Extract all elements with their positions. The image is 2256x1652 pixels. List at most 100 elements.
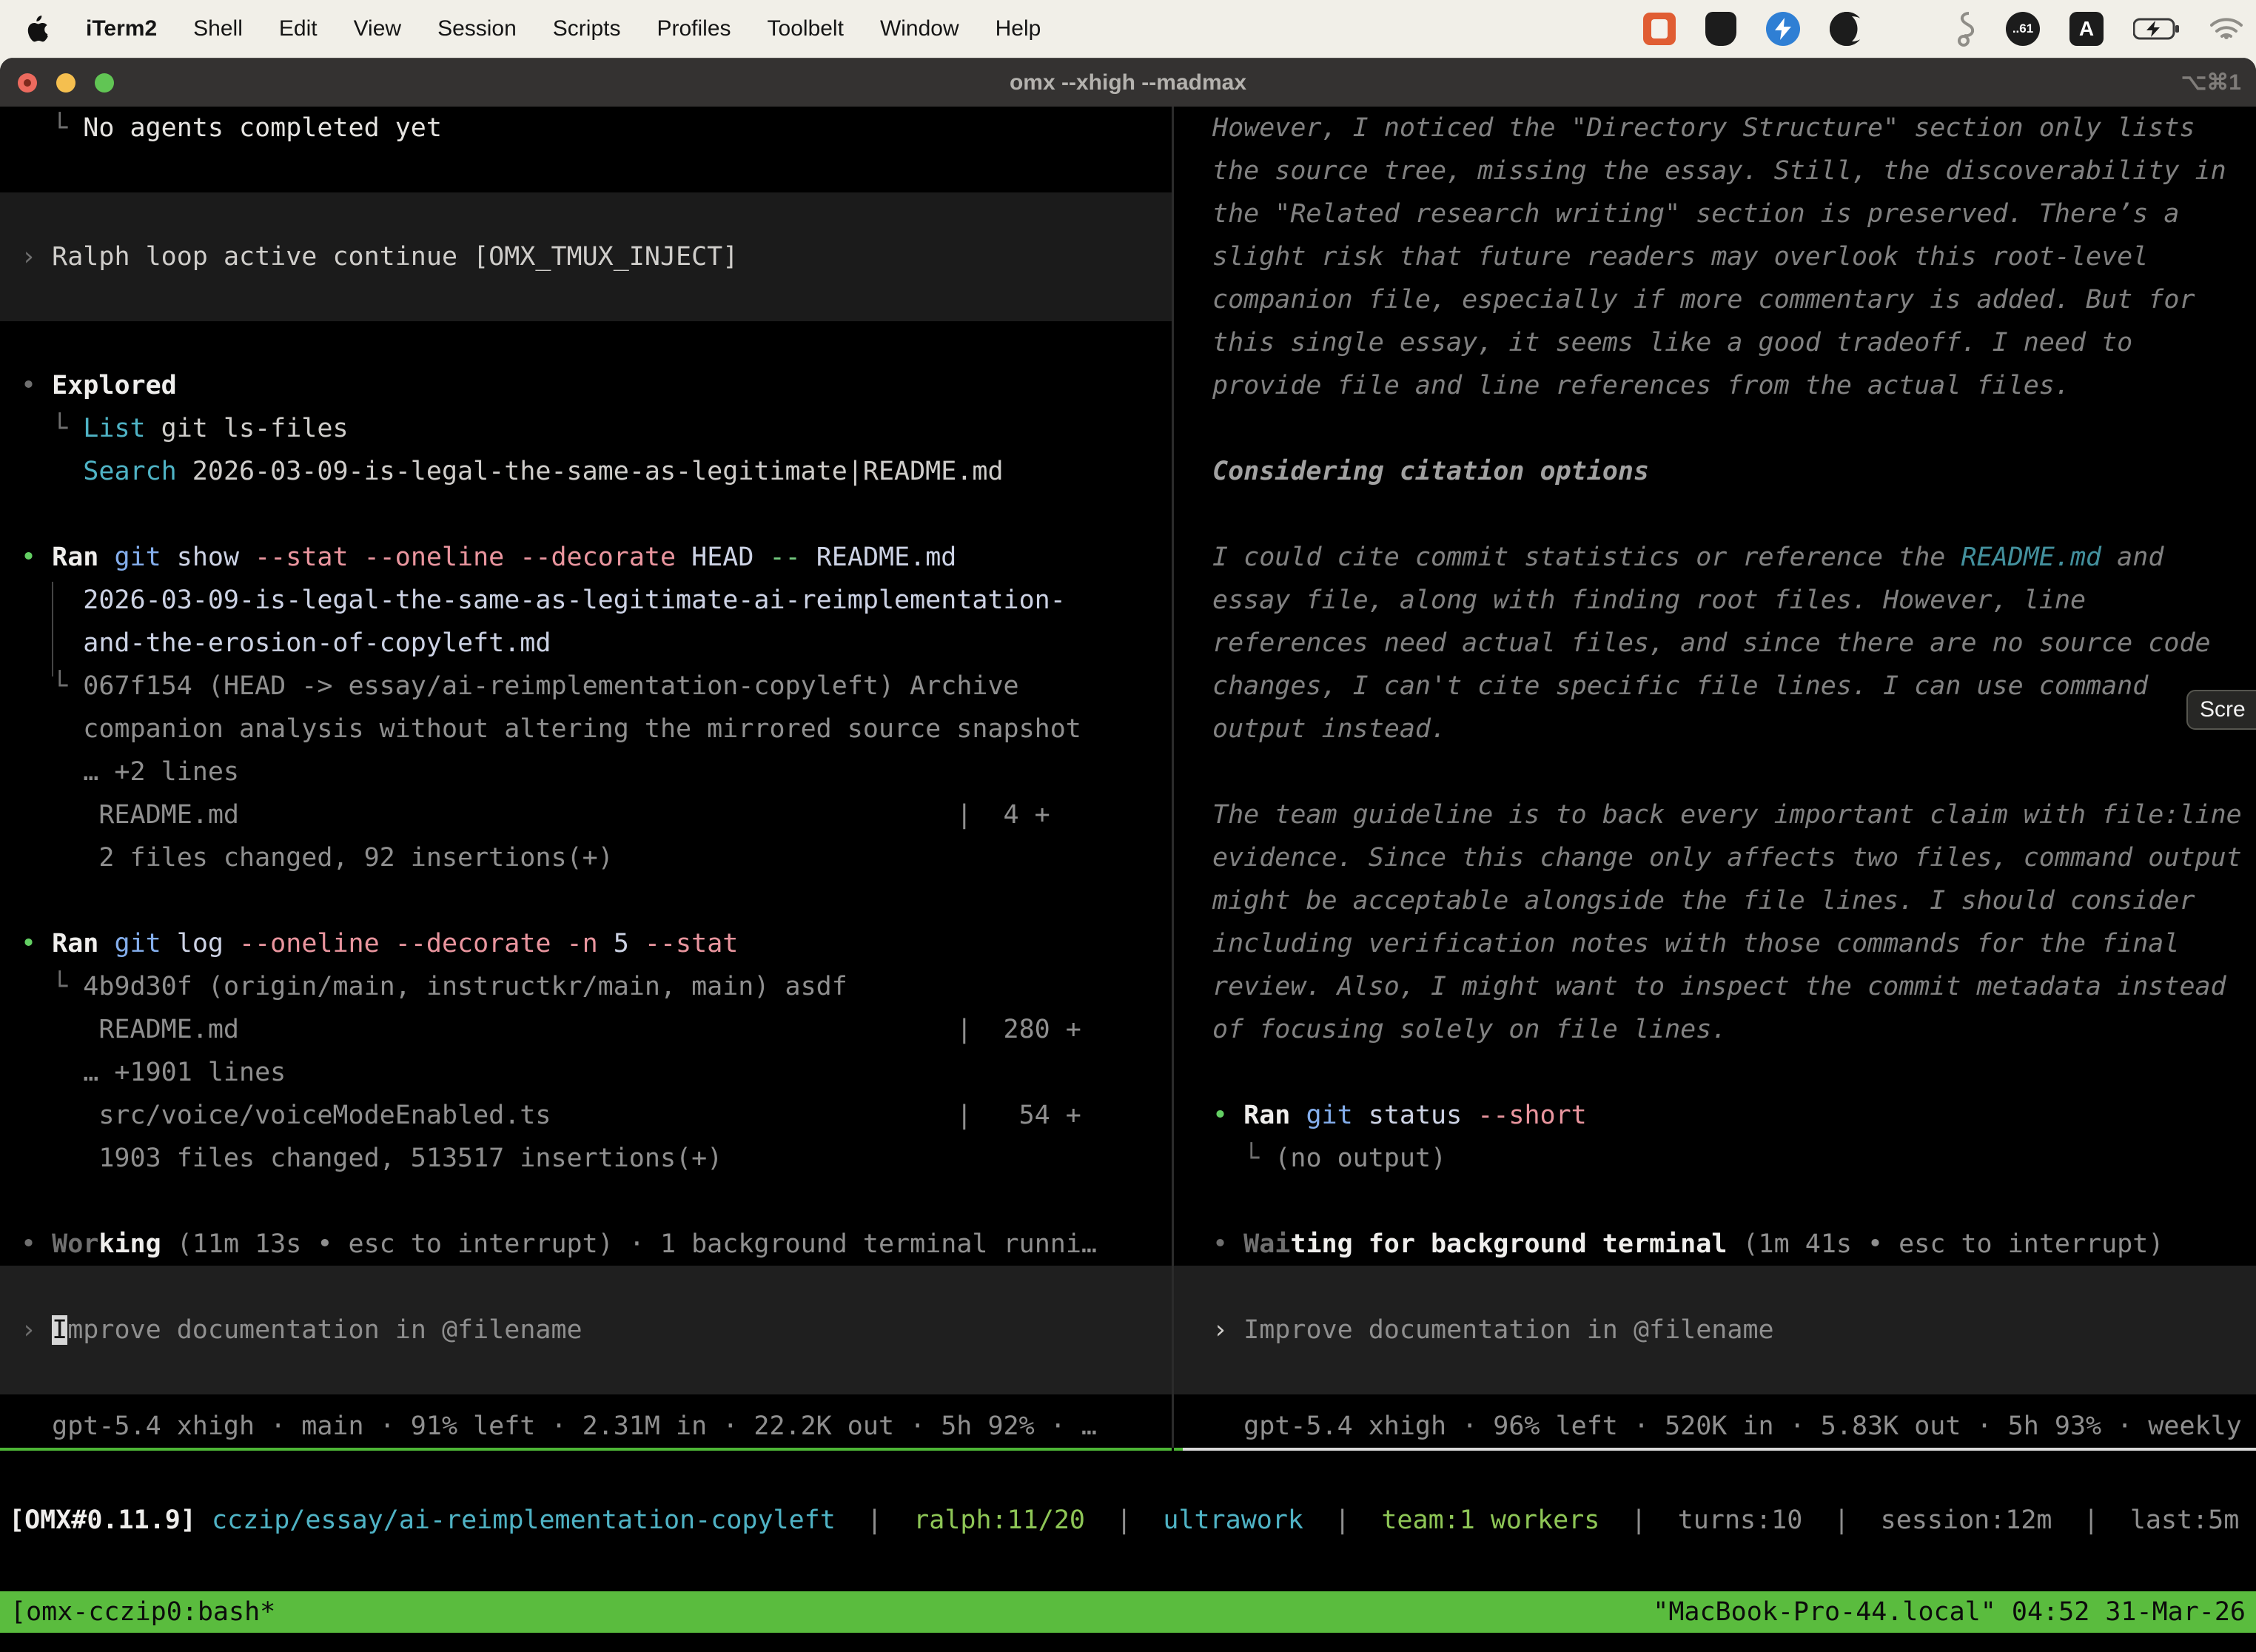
text-token: └ <box>21 414 83 443</box>
text-token: session:12m <box>1881 1505 2052 1535</box>
text-token: and <box>2101 543 2163 572</box>
text-token: mprove documentation in @filename <box>67 1315 582 1345</box>
menu-item-help[interactable]: Help <box>996 16 1041 41</box>
text-token: | <box>1599 1505 1677 1535</box>
text-token: --oneline --decorate -n <box>239 929 598 958</box>
squiggle-utility-icon[interactable] <box>1954 13 1976 45</box>
apple-menu-icon[interactable] <box>27 14 53 44</box>
text-token: --short <box>1477 1101 1587 1130</box>
left-prompt-input[interactable]: › Improve documentation in @filename <box>0 1266 1172 1394</box>
text-token: … +2 lines <box>21 757 239 787</box>
iterm2-window: omx --xhigh --madmax ⌥⌘1 └ No agents com… <box>0 58 2256 1652</box>
wifi-icon[interactable] <box>2210 13 2229 45</box>
text-token: log <box>161 929 239 958</box>
pane-bottom-rule <box>0 1448 2256 1451</box>
terminal-line: › Ralph loop active continue [OMX_TMUX_I… <box>0 235 1172 278</box>
text-token: ting for background terminal <box>1290 1229 1727 1259</box>
text-token: git <box>114 929 161 958</box>
menu-item-session[interactable]: Session <box>437 16 517 41</box>
menu-item-window[interactable]: Window <box>880 16 959 41</box>
terminal-line: companion analysis without altering the … <box>0 708 1172 751</box>
text-token: changes, I can't cite specific file line… <box>1212 671 2148 701</box>
terminal-line: 1903 files changed, 513517 insertions(+) <box>0 1137 1172 1180</box>
text-token: • <box>21 371 52 400</box>
screen-share-overlay-label: Scre <box>2200 697 2246 722</box>
text-token: git ls-files <box>146 414 349 443</box>
text-token: -- <box>770 543 801 572</box>
text-token: evidence. Since this change only affects… <box>1212 843 2242 873</box>
text-token: README.md | 280 + <box>21 1015 1081 1044</box>
terminal-line: … +2 lines <box>0 751 1172 793</box>
text-token: team:1 workers <box>1381 1505 1599 1535</box>
terminal-line: the source tree, missing the essay. Stil… <box>1174 150 2256 192</box>
terminal-line <box>0 321 1172 364</box>
text-token: 1903 files changed, 513517 insertions(+) <box>21 1144 722 1173</box>
terminal-pane-left[interactable]: └ No agents completed yet› Ralph loop ac… <box>0 107 1172 1448</box>
terminal-line: slight risk that future readers may over… <box>1174 235 2256 278</box>
text-token: 5 <box>598 929 645 958</box>
contrast-app-icon[interactable] <box>1830 12 1864 46</box>
terminal-line: • Working (11m 13s • esc to interrupt) ·… <box>0 1223 1172 1266</box>
text-token: last:5m ago <box>2130 1505 2256 1535</box>
text-token: companion analysis without altering the … <box>21 714 1081 744</box>
terminal-line: 2 files changed, 92 insertions(+) <box>0 836 1172 879</box>
menu-item-view[interactable]: View <box>354 16 401 41</box>
terminal-line: └ List git ls-files <box>0 407 1172 450</box>
input-source-icon[interactable]: A <box>2069 12 2104 46</box>
text-token: --stat <box>645 929 738 958</box>
right-prompt-input[interactable]: › Improve documentation in @filename <box>1174 1266 2256 1394</box>
dots-grid-icon[interactable] <box>1893 13 1924 45</box>
text-token <box>98 929 114 958</box>
screen-share-icon[interactable] <box>1643 13 1676 45</box>
text-token: … +1901 lines <box>21 1058 286 1087</box>
text-token: (11m 13s • esc to interrupt) · 1 backgro… <box>161 1229 1097 1259</box>
terminal-line: • Ran git status --short <box>1174 1094 2256 1137</box>
menu-item-iterm2[interactable]: iTerm2 <box>86 16 157 41</box>
window-title-bar[interactable]: omx --xhigh --madmax ⌥⌘1 <box>0 58 2256 107</box>
percent-badge-icon[interactable]: ..61 <box>2006 12 2040 46</box>
close-button[interactable] <box>18 73 37 93</box>
zoom-button[interactable] <box>95 73 114 93</box>
terminal-line: and-the-erosion-of-copyleft.md <box>0 622 1172 665</box>
text-token: [OMX#0.11.9] <box>9 1505 196 1535</box>
menu-item-shell[interactable]: Shell <box>193 16 243 41</box>
menu-item-profiles[interactable]: Profiles <box>657 16 731 41</box>
text-token: Wai <box>1243 1229 1290 1259</box>
text-token: companion file, especially if more comme… <box>1212 285 2195 315</box>
text-token: ultrawork <box>1163 1505 1303 1535</box>
text-token: Considering citation options <box>1212 457 1649 486</box>
right-pane-lines: However, I noticed the "Directory Struct… <box>1174 107 2256 1266</box>
text-token: • <box>21 1229 52 1259</box>
terminal-line <box>0 150 1172 192</box>
terminal-line: including verification notes with those … <box>1174 922 2256 965</box>
text-token: Search <box>83 457 176 486</box>
terminal-line: • Waiting for background terminal (1m 41… <box>1174 1223 2256 1266</box>
shield-keypad-icon[interactable] <box>1705 12 1736 46</box>
text-token: Ralph loop active continue [OMX_TMUX_INJ… <box>52 242 738 272</box>
traffic-lights <box>18 73 114 93</box>
macos-menu-bar: iTerm2 Shell Edit View Session Scripts P… <box>0 0 2256 58</box>
terminal-line <box>0 879 1172 922</box>
terminal-pane-right[interactable]: However, I noticed the "Directory Struct… <box>1174 107 2256 1448</box>
terminal-line: the "Related research writing" section i… <box>1174 192 2256 235</box>
battery-icon[interactable] <box>2133 13 2181 45</box>
screen-share-overlay-button[interactable]: Scre <box>2186 690 2256 730</box>
text-token: The team guideline is to back every impo… <box>1212 800 2242 830</box>
lightning-app-icon[interactable] <box>1766 12 1800 46</box>
menu-item-toolbelt[interactable]: Toolbelt <box>768 16 844 41</box>
text-token: (no output) <box>1275 1144 1446 1173</box>
menu-status-icons: ..61 A <box>1643 12 2229 46</box>
text-token: Ran <box>52 929 98 958</box>
terminal-line: this single essay, it seems like a good … <box>1174 321 2256 364</box>
minimize-button[interactable] <box>56 73 75 93</box>
text-token: List <box>83 414 145 443</box>
menu-item-scripts[interactable]: Scripts <box>553 16 621 41</box>
text-token <box>1290 1101 1306 1130</box>
terminal-line: output instead. <box>1174 708 2256 751</box>
terminal-line: └ 067f154 (HEAD -> essay/ai-reimplementa… <box>0 665 1172 708</box>
text-token: git <box>114 543 161 572</box>
text-token: Ran <box>52 543 98 572</box>
tmux-status-bar: [omx-cczip0:bash* "MacBook-Pro-44.local"… <box>0 1591 2256 1633</box>
menu-item-edit[interactable]: Edit <box>279 16 318 41</box>
terminal-line: of focusing solely on file lines. <box>1174 1008 2256 1051</box>
